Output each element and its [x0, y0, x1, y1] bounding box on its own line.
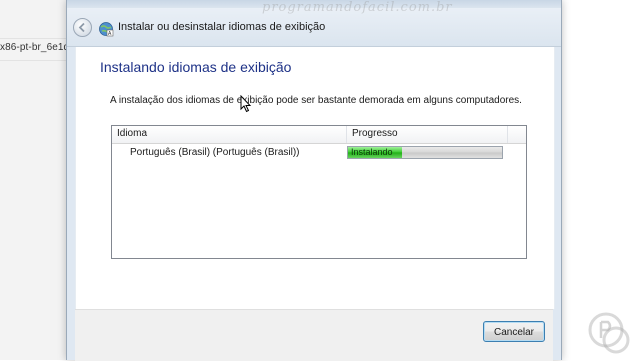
background-window: x86-pt-br_6e1d [0, 0, 67, 360]
background-file-item[interactable]: x86-pt-br_6e1d [0, 42, 66, 56]
footer-bar: Cancelar [75, 309, 553, 361]
back-button[interactable] [73, 18, 92, 37]
globe-language-icon: A [99, 22, 114, 37]
watermark-logo [588, 312, 630, 354]
divider [0, 60, 66, 61]
install-progress-bar: Instalando [347, 146, 503, 159]
page-title: Instalando idiomas de exibição [100, 59, 292, 75]
mouse-pointer-icon [240, 95, 252, 113]
progress-status: Instalando [351, 147, 393, 157]
language-list[interactable]: Idioma Progresso Português (Brasil) (Por… [111, 125, 527, 259]
back-arrow-icon [78, 22, 85, 33]
column-divider [507, 126, 508, 143]
column-divider [346, 126, 347, 143]
cancel-button[interactable]: Cancelar [483, 321, 545, 342]
divider [0, 38, 66, 39]
list-header: Idioma Progresso [112, 126, 526, 144]
column-header-progress[interactable]: Progresso [352, 128, 398, 139]
install-wizard-window: A Instalar ou desinstalar idiomas de exi… [66, 0, 562, 361]
watermark-text: programandofacil.com.br [262, 0, 453, 15]
column-header-language[interactable]: Idioma [117, 128, 147, 139]
list-item[interactable]: Português (Brasil) (Português (Brasil)) … [112, 146, 526, 162]
window-title: Instalar ou desinstalar idiomas de exibi… [118, 21, 326, 33]
language-name: Português (Brasil) (Português (Brasil)) [130, 147, 300, 158]
description-text: A instalação dos idiomas de exibição pod… [110, 95, 522, 106]
content-area: Instalando idiomas de exibição A instala… [75, 47, 555, 309]
